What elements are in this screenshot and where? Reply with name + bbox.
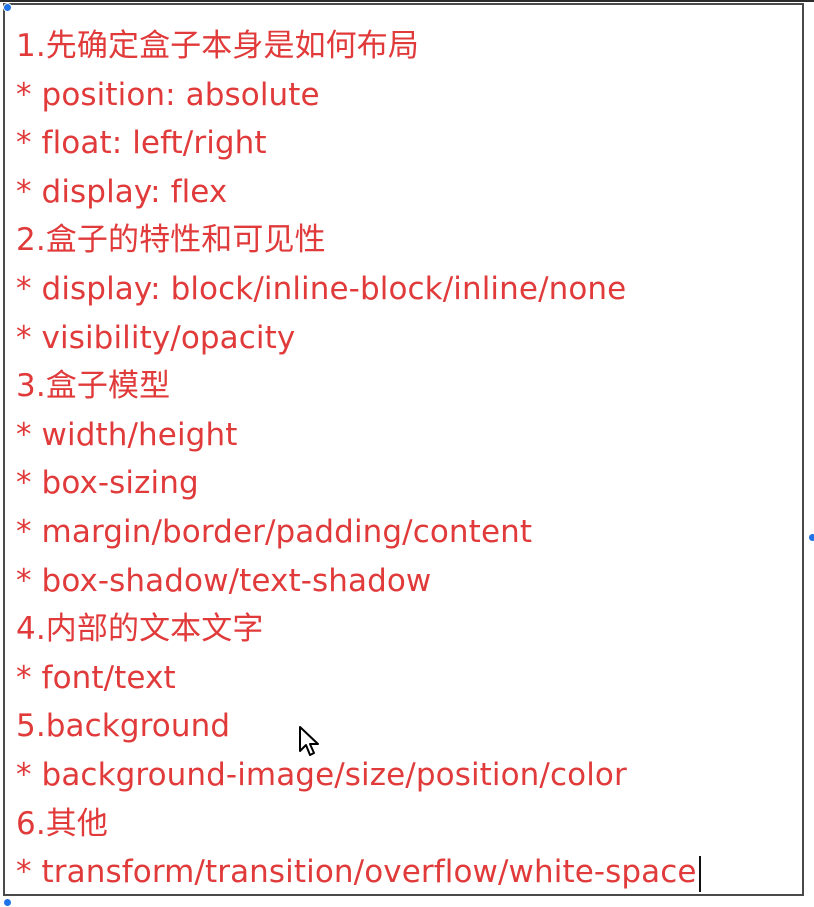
- section-heading: 2.盒子的特性和可见性: [16, 222, 326, 259]
- list-item: * float: left/right: [16, 125, 267, 162]
- list-item-text: * transform/transition/overflow/white-sp…: [16, 854, 697, 891]
- list-item: * box-shadow/text-shadow: [16, 562, 432, 599]
- list-item: * background-image/size/position/color: [16, 756, 627, 793]
- list-item: * width/height: [16, 416, 238, 453]
- text-content[interactable]: 1.先确定盒子本身是如何布局 * position: absolute * fl…: [16, 22, 806, 897]
- section-heading: 5.background: [16, 708, 231, 745]
- section-heading: 3.盒子模型: [16, 368, 171, 405]
- resize-handle-icon[interactable]: [808, 533, 814, 542]
- window-top-border: [0, 0, 814, 2]
- list-item: * box-sizing: [16, 465, 199, 502]
- section-heading: 6.其他: [16, 805, 108, 842]
- list-item: * font/text: [16, 659, 176, 696]
- text-caret: [698, 855, 701, 892]
- list-item: * display: flex: [16, 173, 228, 210]
- section-heading: 4.内部的文本文字: [16, 611, 264, 648]
- list-item: * position: absolute: [16, 76, 320, 113]
- resize-handle-icon[interactable]: [3, 898, 12, 907]
- resize-handle-icon[interactable]: [3, 3, 12, 12]
- mouse-pointer-icon: [299, 726, 319, 756]
- list-item: * visibility/opacity: [16, 319, 296, 356]
- list-item: * margin/border/padding/content: [16, 513, 533, 550]
- list-item-last: * transform/transition/overflow/white-sp…: [16, 848, 806, 897]
- section-heading: 1.先确定盒子本身是如何布局: [16, 28, 419, 64]
- list-item: * display: block/inline-block/inline/non…: [16, 270, 627, 307]
